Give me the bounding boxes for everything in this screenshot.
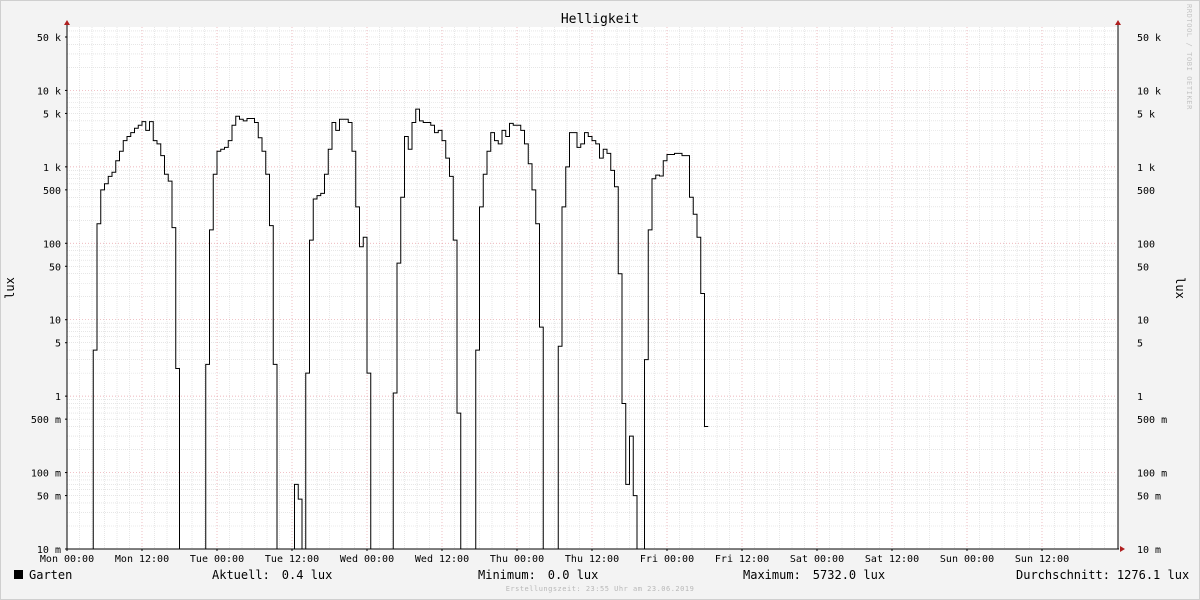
y-tick-label: 1 [55, 392, 61, 403]
y-tick-label: 500 [43, 186, 61, 197]
x-tick-label: Sat 12:00 [865, 554, 919, 565]
stat-maximum: Maximum: 5732.0 lux [743, 568, 885, 582]
x-tick-label: Sat 00:00 [790, 554, 844, 565]
y-tick-label-right: 10 k [1137, 86, 1161, 97]
y-tick-label: 5 [55, 339, 61, 350]
legend-row: Garten Aktuell: 0.4 lux Minimum: 0.0 lux M… [0, 566, 1200, 584]
legend-label: Garten [29, 568, 73, 582]
y-tick-label: 10 k [37, 86, 61, 97]
y-tick-label-right: 10 m [1137, 545, 1161, 556]
x-tick-label: Thu 12:00 [565, 554, 619, 565]
stat-current-label: Aktuell: [212, 568, 270, 582]
y-tick-label: 5 k [43, 109, 61, 120]
y-tick-label: 50 m [37, 492, 61, 503]
x-tick-label: Mon 12:00 [115, 554, 169, 565]
stat-minimum: Minimum: 0.0 lux [478, 568, 598, 582]
x-tick-label: Wed 00:00 [340, 554, 394, 565]
y-tick-label: 100 [43, 239, 61, 250]
x-tick-label: Mon 00:00 [40, 554, 94, 565]
x-tick-labels: Mon 00:00 Mon 12:00 Tue 00:00 Tue 12:00 Wed … [40, 554, 1069, 565]
plot-background [67, 27, 1118, 549]
stat-maximum-label: Maximum: [743, 568, 801, 582]
y-tick-label: 500 m [31, 415, 61, 426]
y-tick-label: 100 m [31, 469, 61, 480]
y-tick-label-right: 5 [1137, 339, 1143, 350]
y-tick-label: 50 k [37, 33, 61, 44]
x-tick-label: Fri 12:00 [715, 554, 769, 565]
stat-minimum-label: Minimum: [478, 568, 536, 582]
x-tick-label: Sun 00:00 [940, 554, 994, 565]
legend-item-garten: Garten [14, 568, 72, 582]
x-tick-label: Tue 12:00 [265, 554, 319, 565]
stat-maximum-value: 5732.0 lux [812, 568, 886, 582]
y-tick-label-right: 500 m [1137, 415, 1167, 426]
y-tick-label-right: 5 k [1137, 109, 1155, 120]
y-tick-label-right: 1 k [1137, 163, 1155, 174]
legend-swatch-icon [14, 570, 23, 579]
y-axis-label-right: lux [1173, 277, 1187, 299]
y-tick-label: 1 k [43, 163, 61, 174]
x-tick-label: Thu 00:00 [490, 554, 544, 565]
creation-timestamp: Erstellungszeit: 23:55 Uhr am 23.06.2019 [505, 585, 695, 593]
y-tick-label-right: 50 k [1137, 33, 1161, 44]
y-tick-label: 50 [49, 262, 61, 273]
x-tick-label: Sun 12:00 [1015, 554, 1069, 565]
y-tick-labels-right: 50 k 10 k 5 k 1 k 500 100 50 10 5 1 500 m 100 m 50 m… [1137, 33, 1167, 556]
stat-average: Durchschnitt: 1276.1 lux [1016, 568, 1189, 582]
y-tick-label-right: 1 [1137, 392, 1143, 403]
stat-average-label: Durchschnitt: [1016, 568, 1110, 582]
stat-current-value: 0.4 lux [281, 568, 333, 582]
y-tick-label: 10 [49, 316, 61, 327]
y-tick-labels-left: 50 k 10 k 5 k 1 k 500 100 50 10 5 1 500 m 100 m 50 m… [31, 33, 61, 556]
chart-title: Helligkeit [561, 12, 639, 27]
stat-current: Aktuell: 0.4 lux [212, 568, 332, 582]
y-tick-label-right: 500 [1137, 186, 1155, 197]
x-tick-label: Fri 00:00 [640, 554, 694, 565]
y-axis-arrow-left-icon [64, 20, 70, 25]
y-tick-label-right: 100 m [1137, 469, 1167, 480]
rrdtool-watermark: RRDTOOL / TOBI OETIKER [1185, 4, 1193, 110]
y-tick-label-right: 10 [1137, 316, 1149, 327]
y-axis-arrow-right-icon [1115, 20, 1121, 25]
x-axis-arrow-icon [1120, 546, 1125, 552]
chart: 50 k 10 k 5 k 1 k 500 100 50 10 5 1 500 m 100 m 50 m… [3, 12, 1187, 565]
y-tick-label-right: 50 [1137, 262, 1149, 273]
x-tick-label: Wed 12:00 [415, 554, 469, 565]
stat-average-value: 1276.1 lux [1116, 568, 1190, 582]
stat-minimum-value: 0.0 lux [547, 568, 599, 582]
y-tick-label-right: 50 m [1137, 492, 1161, 503]
y-axis-label-left: lux [3, 277, 17, 299]
y-tick-label-right: 100 [1137, 239, 1155, 250]
x-tick-label: Tue 00:00 [190, 554, 244, 565]
